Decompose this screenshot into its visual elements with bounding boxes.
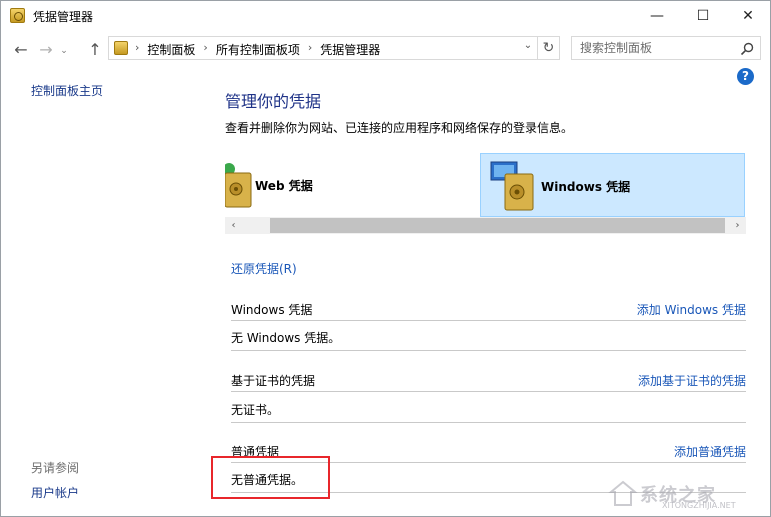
windows-credentials-label: Windows 凭据 xyxy=(541,180,631,194)
search-input[interactable] xyxy=(580,40,730,56)
close-button[interactable]: ✕ xyxy=(725,1,771,31)
maximize-button[interactable]: ☐ xyxy=(680,1,726,31)
watermark-logo-icon xyxy=(608,480,638,506)
help-icon[interactable]: ? xyxy=(737,68,754,85)
scroll-left-button[interactable]: ‹ xyxy=(225,217,242,234)
windows-credentials-section-header: Windows 凭据 添加 Windows 凭据 xyxy=(231,299,746,321)
breadcrumb-separator[interactable]: › xyxy=(135,41,139,58)
add-windows-credential-link[interactable]: 添加 Windows 凭据 xyxy=(637,301,746,318)
section-divider xyxy=(231,350,746,351)
page-title: 管理你的凭据 xyxy=(225,92,322,111)
restore-credentials-link[interactable]: 还原凭据(R) xyxy=(231,260,297,277)
section-divider xyxy=(231,422,746,423)
see-also-heading: 另请参阅 xyxy=(31,461,80,475)
title-bar[interactable]: 凭据管理器 — ☐ ✕ xyxy=(1,1,770,31)
navigation-bar: ← → ⌄ ↑ › 控制面板 › 所有控制面板项 › 凭据管理器 ⌄ ↻ xyxy=(1,31,770,67)
sidebar-user-accounts-link[interactable]: 用户帐户 xyxy=(31,484,79,501)
highlight-annotation-box xyxy=(211,456,330,499)
windows-vault-icon xyxy=(490,161,534,211)
breadcrumb-all-items[interactable]: 所有控制面板项 xyxy=(216,41,300,58)
breadcrumb-control-panel[interactable]: 控制面板 xyxy=(147,41,195,58)
forward-button[interactable]: → xyxy=(35,39,57,59)
scroll-right-button[interactable]: › xyxy=(729,217,746,234)
page-description: 查看并删除你为网站、已连接的应用程序和网络保存的登录信息。 xyxy=(225,121,574,135)
breadcrumb-separator[interactable]: › xyxy=(308,41,312,58)
web-credentials-label: Web 凭据 xyxy=(255,179,313,193)
credential-manager-window: 凭据管理器 — ☐ ✕ ← → ⌄ ↑ › 控制面板 › 所有控制面板项 › 凭… xyxy=(0,0,771,517)
search-box[interactable] xyxy=(571,36,761,60)
add-generic-credential-link[interactable]: 添加普通凭据 xyxy=(674,443,746,460)
search-icon[interactable] xyxy=(739,41,755,57)
add-certificate-credential-link[interactable]: 添加基于证书的凭据 xyxy=(638,372,746,389)
web-vault-icon xyxy=(225,163,252,208)
up-button[interactable]: ↑ xyxy=(85,39,105,59)
windows-credentials-empty-text: 无 Windows 凭据。 xyxy=(231,331,341,345)
refresh-button[interactable]: ↻ xyxy=(538,36,560,60)
control-panel-icon xyxy=(114,41,128,55)
address-dropdown-button[interactable]: ⌄ xyxy=(520,40,536,51)
breadcrumb-credential-manager[interactable]: 凭据管理器 xyxy=(320,41,380,58)
sidebar-control-panel-home-link[interactable]: 控制面板主页 xyxy=(31,82,103,99)
window-title: 凭据管理器 xyxy=(33,10,94,24)
certificate-credentials-section-header: 基于证书的凭据 添加基于证书的凭据 xyxy=(231,370,746,392)
certificate-credentials-empty-text: 无证书。 xyxy=(231,403,280,417)
watermark-url: XITONGZHIJIA.NET xyxy=(662,501,736,510)
windows-credentials-tile[interactable]: Windows 凭据 xyxy=(480,153,745,217)
section-title: 基于证书的凭据 xyxy=(231,374,316,388)
minimize-button[interactable]: — xyxy=(634,1,680,31)
credential-manager-icon xyxy=(10,8,25,23)
vault-selector: Web 凭据 Windows 凭据 ‹ › xyxy=(225,153,746,235)
watermark: 系统之家 XITONGZHIJIA.NET xyxy=(606,477,766,511)
back-button[interactable]: ← xyxy=(9,39,33,59)
section-title: Windows 凭据 xyxy=(231,303,313,317)
address-bar[interactable]: › 控制面板 › 所有控制面板项 › 凭据管理器 ⌄ xyxy=(108,36,538,60)
web-credentials-tile[interactable]: Web 凭据 xyxy=(225,153,477,217)
breadcrumb-separator[interactable]: › xyxy=(203,41,207,58)
breadcrumb: › 控制面板 › 所有控制面板项 › 凭据管理器 xyxy=(135,41,380,58)
recent-locations-dropdown[interactable]: ⌄ xyxy=(56,41,72,61)
horizontal-scrollbar[interactable]: ‹ › xyxy=(225,217,746,234)
scrollbar-thumb[interactable] xyxy=(270,218,725,233)
